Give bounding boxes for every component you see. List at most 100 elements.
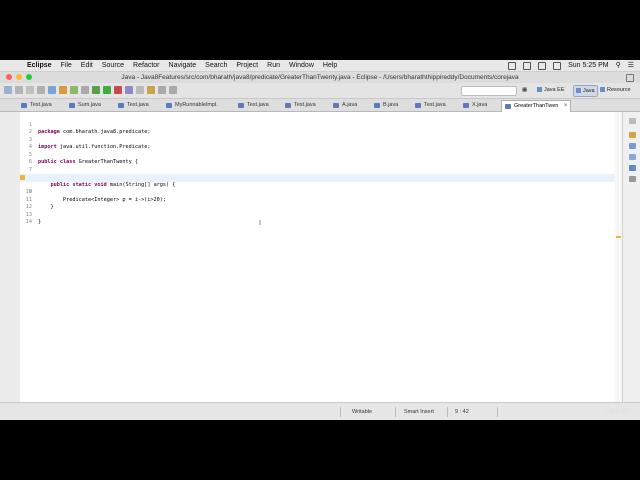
- tab-test-java[interactable]: Test.java: [18, 100, 52, 111]
- problems-icon[interactable]: [629, 154, 636, 160]
- insert-mode-status[interactable]: Smart Insert: [404, 403, 434, 420]
- menu-app-name[interactable]: Eclipse: [27, 60, 52, 71]
- code-line: 10: [25, 189, 32, 195]
- code-line: 11 }: [25, 196, 54, 211]
- menu-project[interactable]: Project: [236, 60, 258, 71]
- battery-icon[interactable]: [553, 61, 562, 70]
- cursor-position: 9 : 42: [455, 409, 469, 415]
- menu-window[interactable]: Window: [289, 60, 314, 71]
- external-tools-icon[interactable]: [114, 86, 122, 94]
- save-icon[interactable]: [15, 86, 23, 94]
- back-icon[interactable]: [158, 86, 166, 94]
- status-bar: Writable Smart Insert 9 : 42 UDEMY: [0, 402, 640, 420]
- menu-edit[interactable]: Edit: [81, 60, 93, 71]
- outline-icon[interactable]: [629, 143, 636, 149]
- code-line: 3 import java.util.function.Predicate;: [28, 136, 151, 151]
- tab-greaterthantwenty[interactable]: GreaterThanTwen ×: [501, 100, 572, 112]
- notification-center-icon[interactable]: ☰: [628, 60, 634, 71]
- close-tab-icon[interactable]: ×: [564, 101, 568, 112]
- code-line: 12: [25, 204, 32, 210]
- java-file-icon: [333, 103, 339, 108]
- watermark: UDEMY: [605, 409, 630, 415]
- print-icon[interactable]: [37, 86, 45, 94]
- code-line: 14: [25, 219, 32, 225]
- tab-x-java[interactable]: X.java: [460, 100, 487, 111]
- code-line: 5 public class GreaterThanTwenty {: [28, 151, 138, 166]
- volume-icon[interactable]: [538, 61, 547, 70]
- warning-icon[interactable]: [20, 175, 25, 180]
- perspective-java-ee[interactable]: Java EE: [535, 85, 566, 95]
- toolbar-buttons: [4, 86, 177, 94]
- java-file-icon: [374, 103, 380, 108]
- debug-icon[interactable]: [92, 86, 100, 94]
- minimize-window-icon[interactable]: [16, 74, 22, 80]
- search-icon[interactable]: [125, 86, 133, 94]
- new-package-icon[interactable]: [59, 86, 67, 94]
- annotation-icon[interactable]: [136, 86, 144, 94]
- tab-sum-java[interactable]: Sum.java: [66, 100, 101, 111]
- tab-test-java[interactable]: Test.java: [115, 100, 149, 111]
- menu-search[interactable]: Search: [205, 60, 227, 71]
- java-file-icon: [166, 103, 172, 108]
- close-window-icon[interactable]: [6, 74, 12, 80]
- window-title: Java - Java8Features/src/com/bharath/jav…: [121, 74, 519, 81]
- new-class-icon[interactable]: [70, 86, 78, 94]
- menu-refactor[interactable]: Refactor: [133, 60, 159, 71]
- tab-test-java[interactable]: Test.java: [282, 100, 316, 111]
- menu-navigate[interactable]: Navigate: [169, 60, 197, 71]
- menu-help[interactable]: Help: [323, 60, 337, 71]
- status-icon[interactable]: [508, 61, 517, 70]
- window-controls: [6, 74, 32, 80]
- quick-access-input[interactable]: [461, 86, 517, 96]
- editor-tabs: Test.java Sum.java Test.java MyRunnableI…: [0, 99, 640, 112]
- tab-a-java[interactable]: A.java: [330, 100, 357, 111]
- spotlight-icon[interactable]: ⚲: [616, 60, 621, 71]
- tab-test-java[interactable]: Test.java: [235, 100, 269, 111]
- java-file-icon: [285, 103, 291, 108]
- restore-icon[interactable]: [629, 118, 636, 124]
- resource-icon: [600, 87, 605, 93]
- window-titlebar: Java - Java8Features/src/com/bharath/jav…: [0, 72, 640, 83]
- java-ee-icon: [537, 87, 542, 93]
- save-all-icon[interactable]: [26, 86, 34, 94]
- writable-status: Writable: [352, 409, 373, 415]
- menu-file[interactable]: File: [61, 60, 72, 71]
- console-icon[interactable]: [629, 176, 636, 182]
- new-java-project-icon[interactable]: [48, 86, 56, 94]
- menu-run[interactable]: Run: [267, 60, 280, 71]
- warning-marker[interactable]: [616, 236, 621, 238]
- javadoc-icon[interactable]: [629, 165, 636, 171]
- code-line: 7 ⊖ public static void main(String[] arg…: [28, 166, 176, 188]
- perspective-resource[interactable]: Resource: [598, 85, 633, 95]
- code-line: 6: [28, 159, 32, 165]
- zoom-window-icon[interactable]: [26, 74, 32, 80]
- tab-b-java[interactable]: B.java: [371, 100, 398, 111]
- menu-source[interactable]: Source: [102, 60, 124, 71]
- tab-test-java[interactable]: Test.java: [412, 100, 446, 111]
- code-line: 2: [28, 129, 32, 135]
- open-task-icon[interactable]: [147, 86, 155, 94]
- open-type-icon[interactable]: [81, 86, 89, 94]
- perspective-icon[interactable]: ▦: [520, 85, 529, 95]
- task-list-icon[interactable]: [629, 132, 636, 138]
- java-file-icon: [118, 103, 124, 108]
- run-icon[interactable]: [103, 86, 111, 94]
- perspective-java[interactable]: Java: [573, 85, 598, 97]
- overview-ruler[interactable]: [615, 112, 622, 402]
- code-line: 13 }: [25, 211, 42, 226]
- fullscreen-icon[interactable]: [626, 74, 634, 82]
- forward-icon[interactable]: [169, 86, 177, 94]
- code-editor[interactable]: 1 package com.bharath.java8.predicate; 2…: [20, 112, 622, 402]
- tab-myrunnableimpl[interactable]: MyRunnableImpl.: [163, 100, 218, 111]
- wifi-icon[interactable]: [523, 61, 532, 70]
- menubar-status: Sun 5:25 PM ⚲ ☰: [508, 60, 634, 71]
- code-line: 4: [28, 144, 32, 150]
- mac-menubar: Eclipse File Edit Source Refactor Naviga…: [0, 60, 640, 72]
- code-line: 8: [20, 167, 620, 180]
- java-file-icon: [505, 104, 511, 109]
- java-file-icon: [21, 103, 27, 108]
- current-code-line: 9 Predicate<Integer> p = i->(i>20);: [20, 174, 620, 203]
- new-icon[interactable]: [4, 86, 12, 94]
- menubar-clock[interactable]: Sun 5:25 PM: [568, 60, 608, 71]
- java-file-icon: [69, 103, 75, 108]
